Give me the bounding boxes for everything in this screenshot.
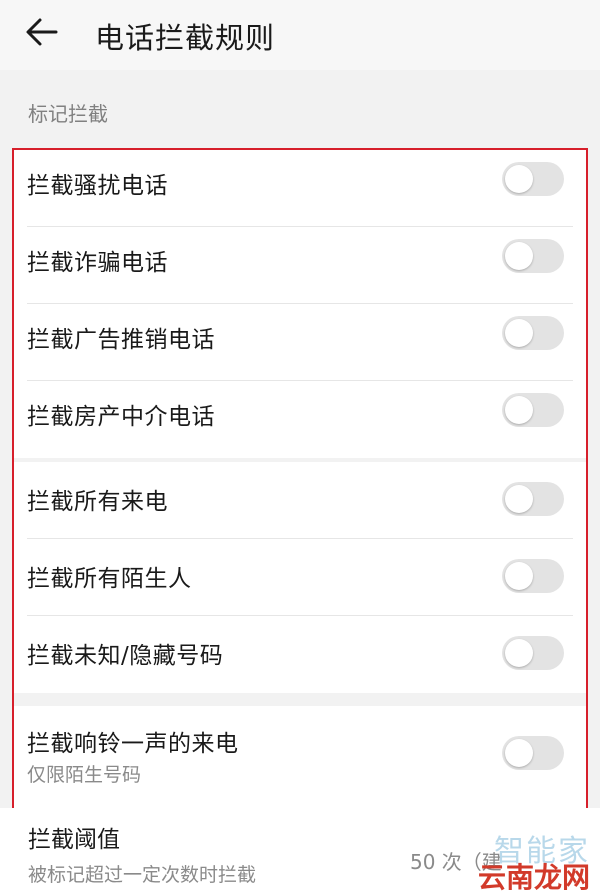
toggle-switch[interactable] [502,393,564,427]
toggle-switch[interactable] [502,162,564,196]
setting-row-real-estate[interactable]: 拦截房产中介电话 [12,381,588,458]
setting-row-all-calls[interactable]: 拦截所有来电 [12,462,588,539]
arrow-left-icon [26,18,58,46]
switch-knob [505,396,533,424]
setting-label: 拦截骚扰电话 [27,173,168,199]
settings-group-ring-once: 拦截响铃一声的来电 仅限陌生号码 [12,706,588,808]
toggle-switch[interactable] [502,559,564,593]
switch-knob [505,639,533,667]
toggle-switch[interactable] [502,316,564,350]
app-header: 电话拦截规则 [0,0,600,70]
setting-label: 拦截诈骗电话 [27,250,168,276]
switch-knob [505,165,533,193]
toggle-switch[interactable] [502,736,564,770]
setting-label: 拦截所有陌生人 [27,566,192,592]
switch-knob [505,485,533,513]
settings-group-marked: 拦截骚扰电话 拦截诈骗电话 拦截广告推销电话 拦截房产中介电话 [12,150,588,458]
setting-sublabel: 仅限陌生号码 [27,764,142,786]
setting-label: 拦截未知/隐藏号码 [27,643,224,669]
setting-row-unknown[interactable]: 拦截未知/隐藏号码 [12,616,588,693]
setting-row-strangers[interactable]: 拦截所有陌生人 [12,539,588,616]
switch-knob [505,319,533,347]
section-label: 标记拦截 [28,102,108,126]
switch-knob [505,562,533,590]
back-button[interactable] [22,12,70,56]
setting-row-fraud[interactable]: 拦截诈骗电话 [12,227,588,304]
setting-label: 拦截响铃一声的来电 [27,731,239,757]
toggle-switch[interactable] [502,239,564,273]
watermark-bottom: 云南龙网 [477,861,590,892]
setting-row-harassment[interactable]: 拦截骚扰电话 [12,150,588,227]
switch-knob [505,739,533,767]
setting-label: 拦截所有来电 [27,489,168,515]
page-title: 电话拦截规则 [95,21,276,55]
setting-row-advertising[interactable]: 拦截广告推销电话 [12,304,588,381]
switch-knob [505,242,533,270]
threshold-sublabel: 被标记超过一定次数时拦截 [28,864,257,886]
toggle-switch[interactable] [502,482,564,516]
settings-group-general: 拦截所有来电 拦截所有陌生人 拦截未知/隐藏号码 [12,462,588,693]
threshold-label: 拦截阈值 [28,827,120,853]
setting-row-ring-once[interactable]: 拦截响铃一声的来电 仅限陌生号码 [12,706,588,808]
toggle-switch[interactable] [502,636,564,670]
setting-label: 拦截广告推销电话 [27,327,215,353]
setting-label: 拦截房产中介电话 [27,404,215,430]
watermark: 智能家 云南龙网 [450,826,590,892]
